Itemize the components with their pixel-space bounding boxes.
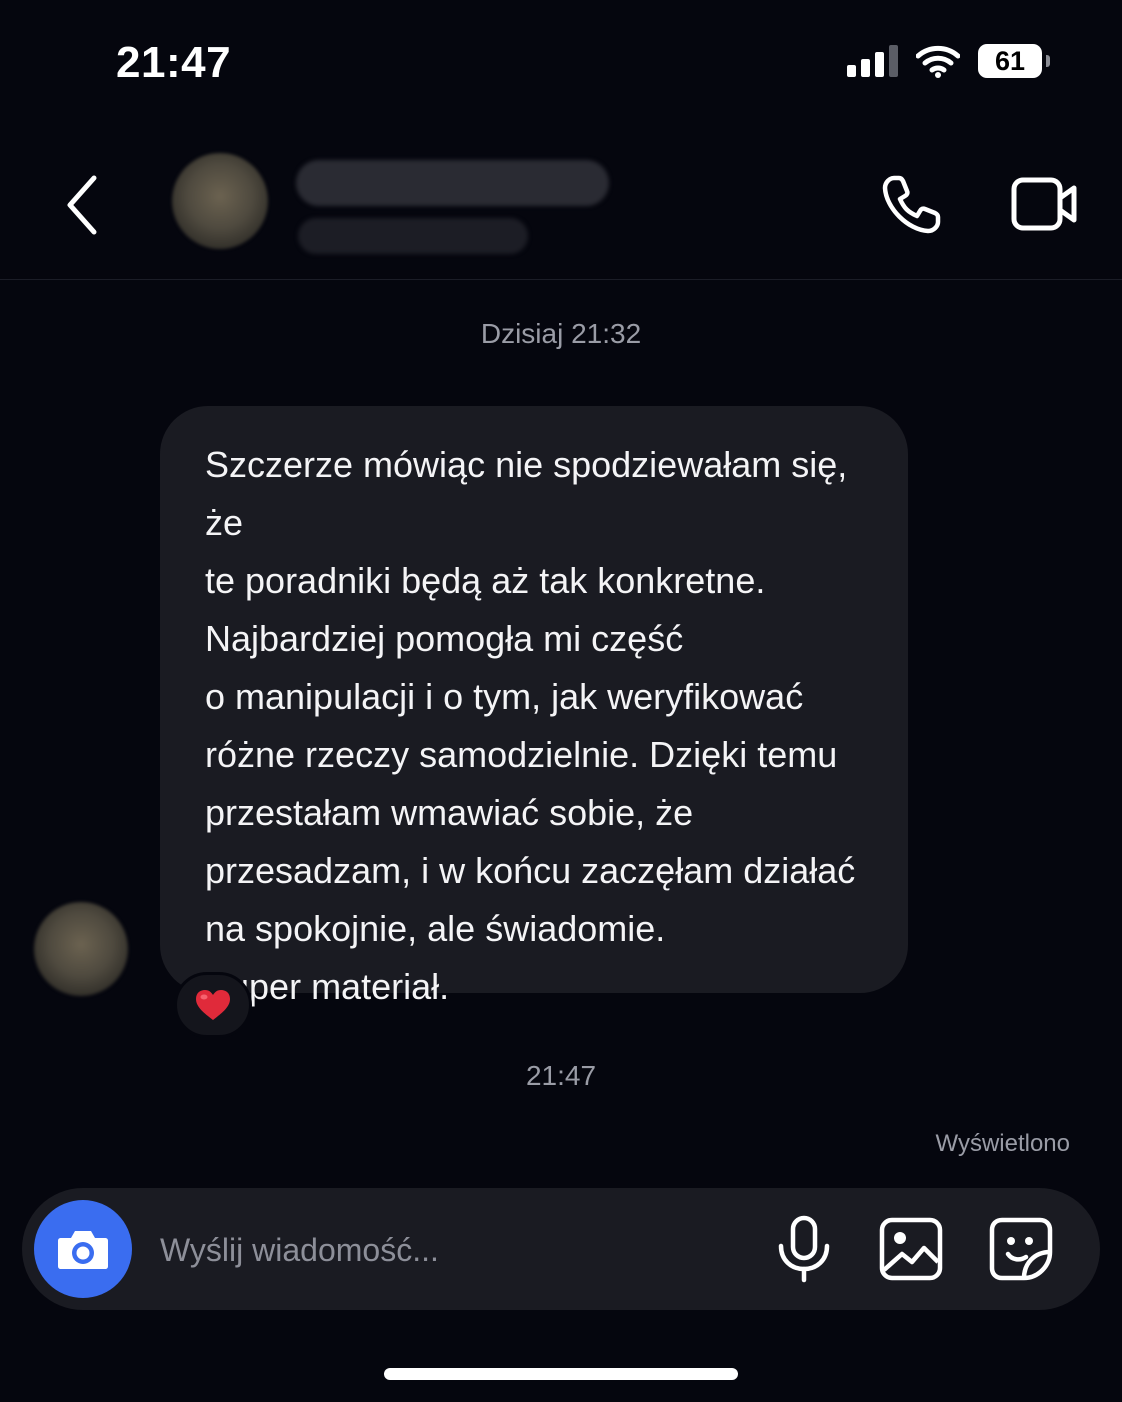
wifi-icon xyxy=(916,45,960,78)
time-separator: 21:47 xyxy=(525,1060,597,1091)
voice-message-button[interactable] xyxy=(772,1214,836,1284)
back-button[interactable] xyxy=(58,170,108,240)
chat-header xyxy=(0,130,1122,280)
message-reaction[interactable] xyxy=(174,972,252,1038)
video-call-button[interactable] xyxy=(1010,174,1080,234)
chevron-left-icon xyxy=(67,175,97,235)
phone-icon xyxy=(882,175,941,234)
battery-level: 61 xyxy=(994,45,1026,76)
contact-avatar[interactable] xyxy=(172,153,268,249)
status-icons: 61 xyxy=(847,44,1050,78)
voice-call-button[interactable] xyxy=(880,172,944,236)
sticker-button[interactable] xyxy=(988,1216,1054,1282)
video-camera-icon xyxy=(1011,177,1077,231)
battery-icon: 61 xyxy=(978,44,1050,78)
gallery-button[interactable] xyxy=(878,1216,944,1282)
date-separator: Dzisiaj 21:32 xyxy=(480,318,642,349)
heart-emoji xyxy=(196,990,230,1020)
contact-subtitle-redacted xyxy=(298,218,528,254)
home-indicator[interactable] xyxy=(384,1368,738,1380)
contact-name-redacted[interactable] xyxy=(296,160,609,206)
message-input[interactable] xyxy=(160,1226,720,1274)
status-time: 21:47 xyxy=(116,38,232,87)
sticker-icon xyxy=(989,1217,1053,1281)
cellular-signal-icon xyxy=(847,45,898,77)
image-icon xyxy=(879,1217,943,1281)
chat-screen: 21:47 61 Dzisiaj 21:32 Szczerze mówiąc n… xyxy=(0,0,1122,1402)
camera-icon xyxy=(58,1231,108,1269)
microphone-icon xyxy=(778,1215,830,1283)
message-composer xyxy=(22,1188,1100,1310)
message-bubble[interactable]: Szczerze mówiąc nie spodziewałam się, że… xyxy=(160,406,908,1007)
camera-button[interactable] xyxy=(34,1200,132,1298)
sender-avatar[interactable] xyxy=(34,902,128,996)
seen-status: Wyświetlono xyxy=(935,1130,1071,1157)
message-text: Szczerze mówiąc nie spodziewałam się, że… xyxy=(205,444,856,1007)
